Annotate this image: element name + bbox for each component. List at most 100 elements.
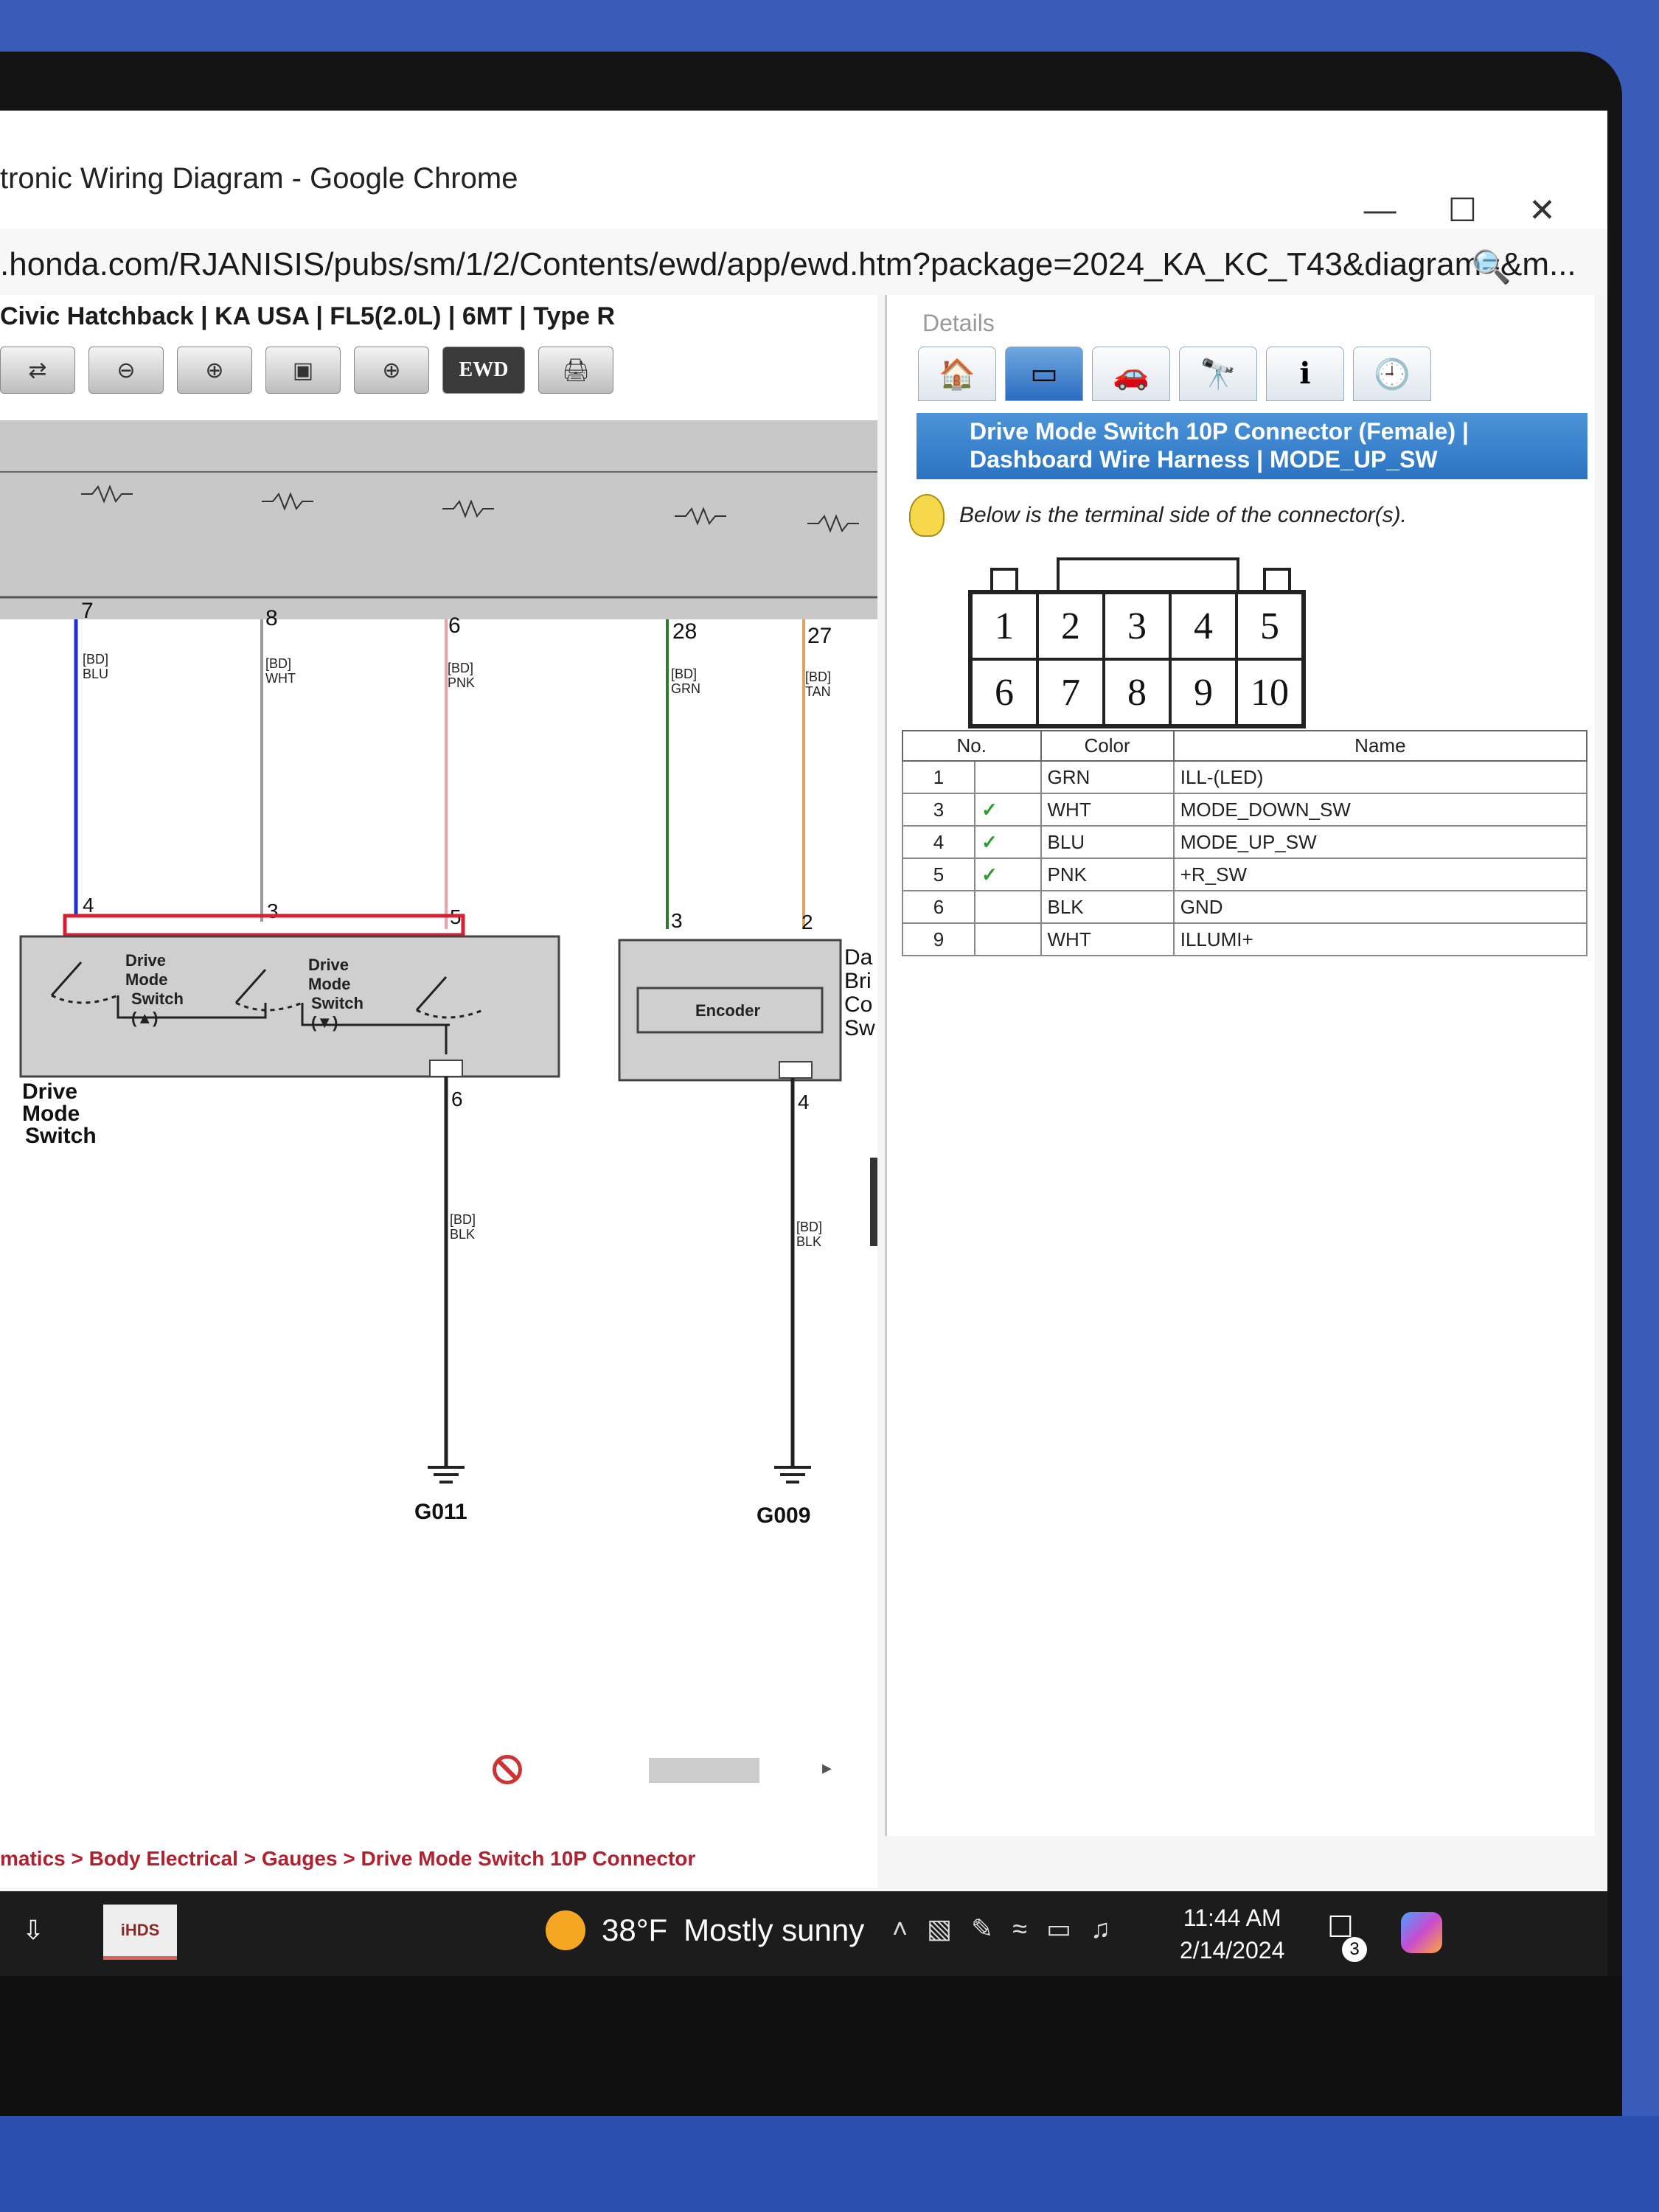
- pin-number: 3: [902, 793, 975, 827]
- check-icon: ✓: [974, 793, 1042, 827]
- table-row[interactable]: 9 WHT ILLUMI+: [902, 922, 1588, 956]
- copilot-icon[interactable]: [1401, 1912, 1442, 1953]
- breadcrumb[interactable]: matics > Body Electrical > Gauges > Driv…: [0, 1847, 695, 1871]
- close-button[interactable]: ✕: [1528, 192, 1556, 229]
- maximize-button[interactable]: ☐: [1448, 192, 1477, 229]
- screen: tronic Wiring Diagram - Google Chrome — …: [0, 111, 1607, 1976]
- app-icon[interactable]: ⇩: [7, 1905, 59, 1956]
- check-icon: [974, 890, 1042, 924]
- wire-color: BLU: [1040, 825, 1175, 859]
- search-icon[interactable]: 🔍: [1471, 248, 1512, 286]
- table-row[interactable]: 5 ✓ PNK +R_SW: [902, 858, 1588, 891]
- url-text[interactable]: .honda.com/RJANISIS/pubs/sm/1/2/Contents…: [0, 246, 1576, 283]
- battery-icon[interactable]: ▭: [1046, 1913, 1071, 1944]
- pin-number: 6: [902, 890, 975, 924]
- swap-icon[interactable]: ⇄: [0, 347, 75, 394]
- fit-screen-icon[interactable]: ▣: [265, 347, 341, 394]
- taskbar: ⇩ iHDS 38°F Mostly sunny ˄ ▧ ✎ ≈ ▭ ♫ 11:…: [0, 1891, 1607, 1976]
- cut-label: Bri: [844, 969, 872, 993]
- ground-symbol: [428, 1466, 465, 1484]
- car-icon[interactable]: 🚗: [1092, 347, 1170, 401]
- wire-color: GRN: [1040, 760, 1175, 794]
- cut-label: Co: [844, 992, 872, 1017]
- ewd-button[interactable]: EWD: [442, 347, 525, 394]
- pin-number: 4: [902, 825, 975, 859]
- component-label: Drive: [22, 1079, 77, 1104]
- horizontal-scrollbar[interactable]: [649, 1758, 759, 1783]
- diagram-panel: Civic Hatchback | KA USA | FL5(2.0L) | 6…: [0, 295, 877, 1888]
- pin-cell[interactable]: 2: [1037, 593, 1104, 659]
- pin-cell[interactable]: 6: [971, 659, 1037, 726]
- wire-code: [BD]: [450, 1212, 476, 1227]
- pin-label: 6: [451, 1088, 463, 1110]
- connector-header[interactable]: Drive Mode Switch 10P Connector (Female)…: [917, 413, 1587, 479]
- background-surface: [0, 2116, 1659, 2212]
- hint-text: Below is the terminal side of the connec…: [959, 503, 1407, 527]
- panel-splitter[interactable]: [870, 1158, 877, 1246]
- zoom-in-icon[interactable]: ⊕: [177, 347, 252, 394]
- terminal-name: ILLUMI+: [1172, 922, 1588, 956]
- wifi-icon[interactable]: ≈: [1012, 1913, 1027, 1944]
- connector-ear: [1263, 568, 1291, 590]
- cut-label: Da: [844, 945, 873, 970]
- weather-widget[interactable]: 38°F Mostly sunny: [546, 1910, 864, 1950]
- window-title: tronic Wiring Diagram - Google Chrome: [0, 162, 518, 195]
- terminal-name: ILL-(LED): [1172, 760, 1588, 794]
- pin-cell[interactable]: 8: [1104, 659, 1170, 726]
- clock-date: 2/14/2024: [1180, 1937, 1285, 1964]
- pin-cell[interactable]: 4: [1170, 593, 1237, 659]
- terminal-name: GND: [1172, 890, 1588, 924]
- table-row[interactable]: 6 BLK GND: [902, 890, 1588, 924]
- weather-text: Mostly sunny: [684, 1913, 865, 1947]
- pin-cell[interactable]: 5: [1237, 593, 1303, 659]
- pen-icon[interactable]: ✎: [971, 1913, 993, 1944]
- system-tray: ˄ ▧ ✎ ≈ ▭ ♫: [892, 1913, 1110, 1944]
- column-header[interactable]: Name: [1172, 730, 1588, 762]
- connector-subtitle: Dashboard Wire Harness | MODE_UP_SW: [970, 446, 1438, 473]
- pin-cell[interactable]: 1: [971, 593, 1037, 659]
- wiring-diagram[interactable]: 7 8 6 28 27 [BD] BLU [BD] WHT [BD] PNK […: [0, 420, 877, 1718]
- info-icon[interactable]: ℹ: [1266, 347, 1344, 401]
- details-tabs: 🏠 ▭ 🚗 🔭 ℹ 🕘: [918, 347, 1431, 401]
- details-label: Details: [922, 310, 995, 336]
- switch-up-label: (▲): [131, 1009, 158, 1027]
- zoom-out-icon[interactable]: ⊖: [88, 347, 164, 394]
- wire-code: [BD]: [83, 652, 108, 667]
- sun-icon: [546, 1910, 585, 1950]
- switch-down-label: Drive: [308, 956, 349, 974]
- check-icon: ✓: [974, 825, 1042, 859]
- home-icon[interactable]: 🏠: [918, 347, 996, 401]
- clock-icon[interactable]: 🕘: [1353, 347, 1431, 401]
- table-row[interactable]: 4 ✓ BLU MODE_UP_SW: [902, 825, 1588, 859]
- diagram-toolbar: ⇄ ⊖ ⊕ ▣ ⊕ EWD 🖨: [0, 347, 613, 394]
- pin-label: 6: [448, 613, 461, 638]
- pin-label: 3: [671, 909, 683, 932]
- highlighted-connector[interactable]: [63, 914, 465, 937]
- target-icon[interactable]: ⊕: [354, 347, 429, 394]
- column-header[interactable]: No.: [902, 730, 1042, 762]
- ihds-app-button[interactable]: iHDS: [103, 1905, 177, 1960]
- connector-icon[interactable]: ▭: [1005, 347, 1083, 401]
- wire-code: [BD]: [805, 669, 831, 684]
- column-header[interactable]: Color: [1040, 730, 1175, 762]
- device-icon[interactable]: ▧: [927, 1913, 952, 1944]
- pin-cell[interactable]: 9: [1170, 659, 1237, 726]
- scroll-right-icon[interactable]: ▸: [822, 1756, 832, 1779]
- check-icon: [974, 760, 1042, 794]
- pin-cell[interactable]: 10: [1237, 659, 1303, 726]
- clock[interactable]: 11:44 AM 2/14/2024: [1180, 1902, 1284, 1966]
- component-label: Switch: [25, 1124, 97, 1148]
- minimize-button[interactable]: —: [1364, 192, 1397, 229]
- browser-title-bar: tronic Wiring Diagram - Google Chrome — …: [0, 111, 1607, 229]
- volume-icon[interactable]: ♫: [1091, 1913, 1110, 1944]
- table-row[interactable]: 1 GRN ILL-(LED): [902, 760, 1588, 794]
- wire-code: [BD]: [265, 656, 291, 671]
- binoculars-icon[interactable]: 🔭: [1179, 347, 1257, 401]
- pin-number: 1: [902, 760, 975, 794]
- pin-cell[interactable]: 3: [1104, 593, 1170, 659]
- table-row[interactable]: 3 ✓ WHT MODE_DOWN_SW: [902, 793, 1588, 827]
- print-icon[interactable]: 🖨: [538, 347, 613, 394]
- pin-cell[interactable]: 7: [1037, 659, 1104, 726]
- address-bar[interactable]: .honda.com/RJANISIS/pubs/sm/1/2/Contents…: [0, 229, 1607, 295]
- chevron-up-icon[interactable]: ˄: [892, 1913, 908, 1944]
